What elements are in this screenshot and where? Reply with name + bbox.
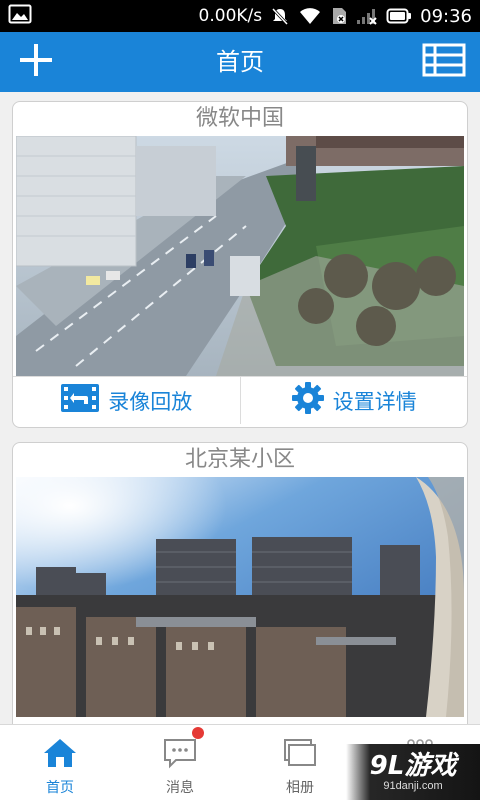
camera-feed-image[interactable] [16, 136, 464, 376]
list-view-button[interactable] [412, 32, 476, 92]
settings-details-button[interactable]: 设置详情 [239, 377, 468, 424]
nav-item-messages[interactable]: 消息 [120, 725, 240, 800]
add-camera-button[interactable] [4, 32, 68, 92]
clock: 09:36 [420, 5, 472, 27]
playback-label: 录像回放 [108, 389, 193, 414]
camera-feed-image[interactable] [16, 477, 464, 717]
signal-icon [356, 6, 378, 26]
camera-name: 北京某小区 [184, 447, 295, 472]
nav-label: 相册 [286, 780, 314, 796]
camera-card: 北京某小区 [12, 442, 468, 724]
camera-name: 微软中国 [195, 106, 284, 131]
settings-label: 设置详情 [332, 389, 417, 414]
app-header: 首页 [0, 32, 480, 92]
battery-icon [386, 7, 412, 25]
home-icon [42, 737, 78, 773]
nav-label: 消息 [166, 780, 194, 796]
camera-actions: 录像回放 设置详情 [13, 376, 467, 424]
nav-item-album[interactable]: 相册 [240, 725, 360, 800]
network-speed: 0.00K/s [198, 6, 263, 26]
playback-button[interactable]: 录像回放 [13, 377, 240, 424]
nav-item-home[interactable]: 首页 [0, 725, 120, 800]
status-bar: 0.00K/s 09:36 [0, 0, 480, 32]
wifi-icon [298, 6, 322, 26]
nav-label: 首页 [46, 780, 74, 796]
site-watermark: 9L游戏 91danji.com [346, 744, 480, 800]
plus-icon [18, 42, 54, 82]
album-icon [282, 737, 318, 773]
camera-list: 微软中国 录像回放 设置详情 北京某小区 [0, 92, 480, 724]
sim-icon [330, 6, 348, 26]
video-playback-icon [60, 383, 100, 418]
list-view-icon [422, 43, 466, 81]
mute-icon [270, 6, 290, 26]
gear-icon [291, 381, 325, 420]
page-title: 首页 [216, 48, 264, 76]
image-icon [8, 4, 32, 28]
unread-badge [192, 727, 204, 739]
message-icon [162, 737, 198, 773]
watermark-url: 91danji.com [383, 780, 443, 792]
watermark-logo: 9L游戏 [369, 751, 457, 781]
camera-card: 微软中国 录像回放 设置详情 [12, 101, 468, 428]
